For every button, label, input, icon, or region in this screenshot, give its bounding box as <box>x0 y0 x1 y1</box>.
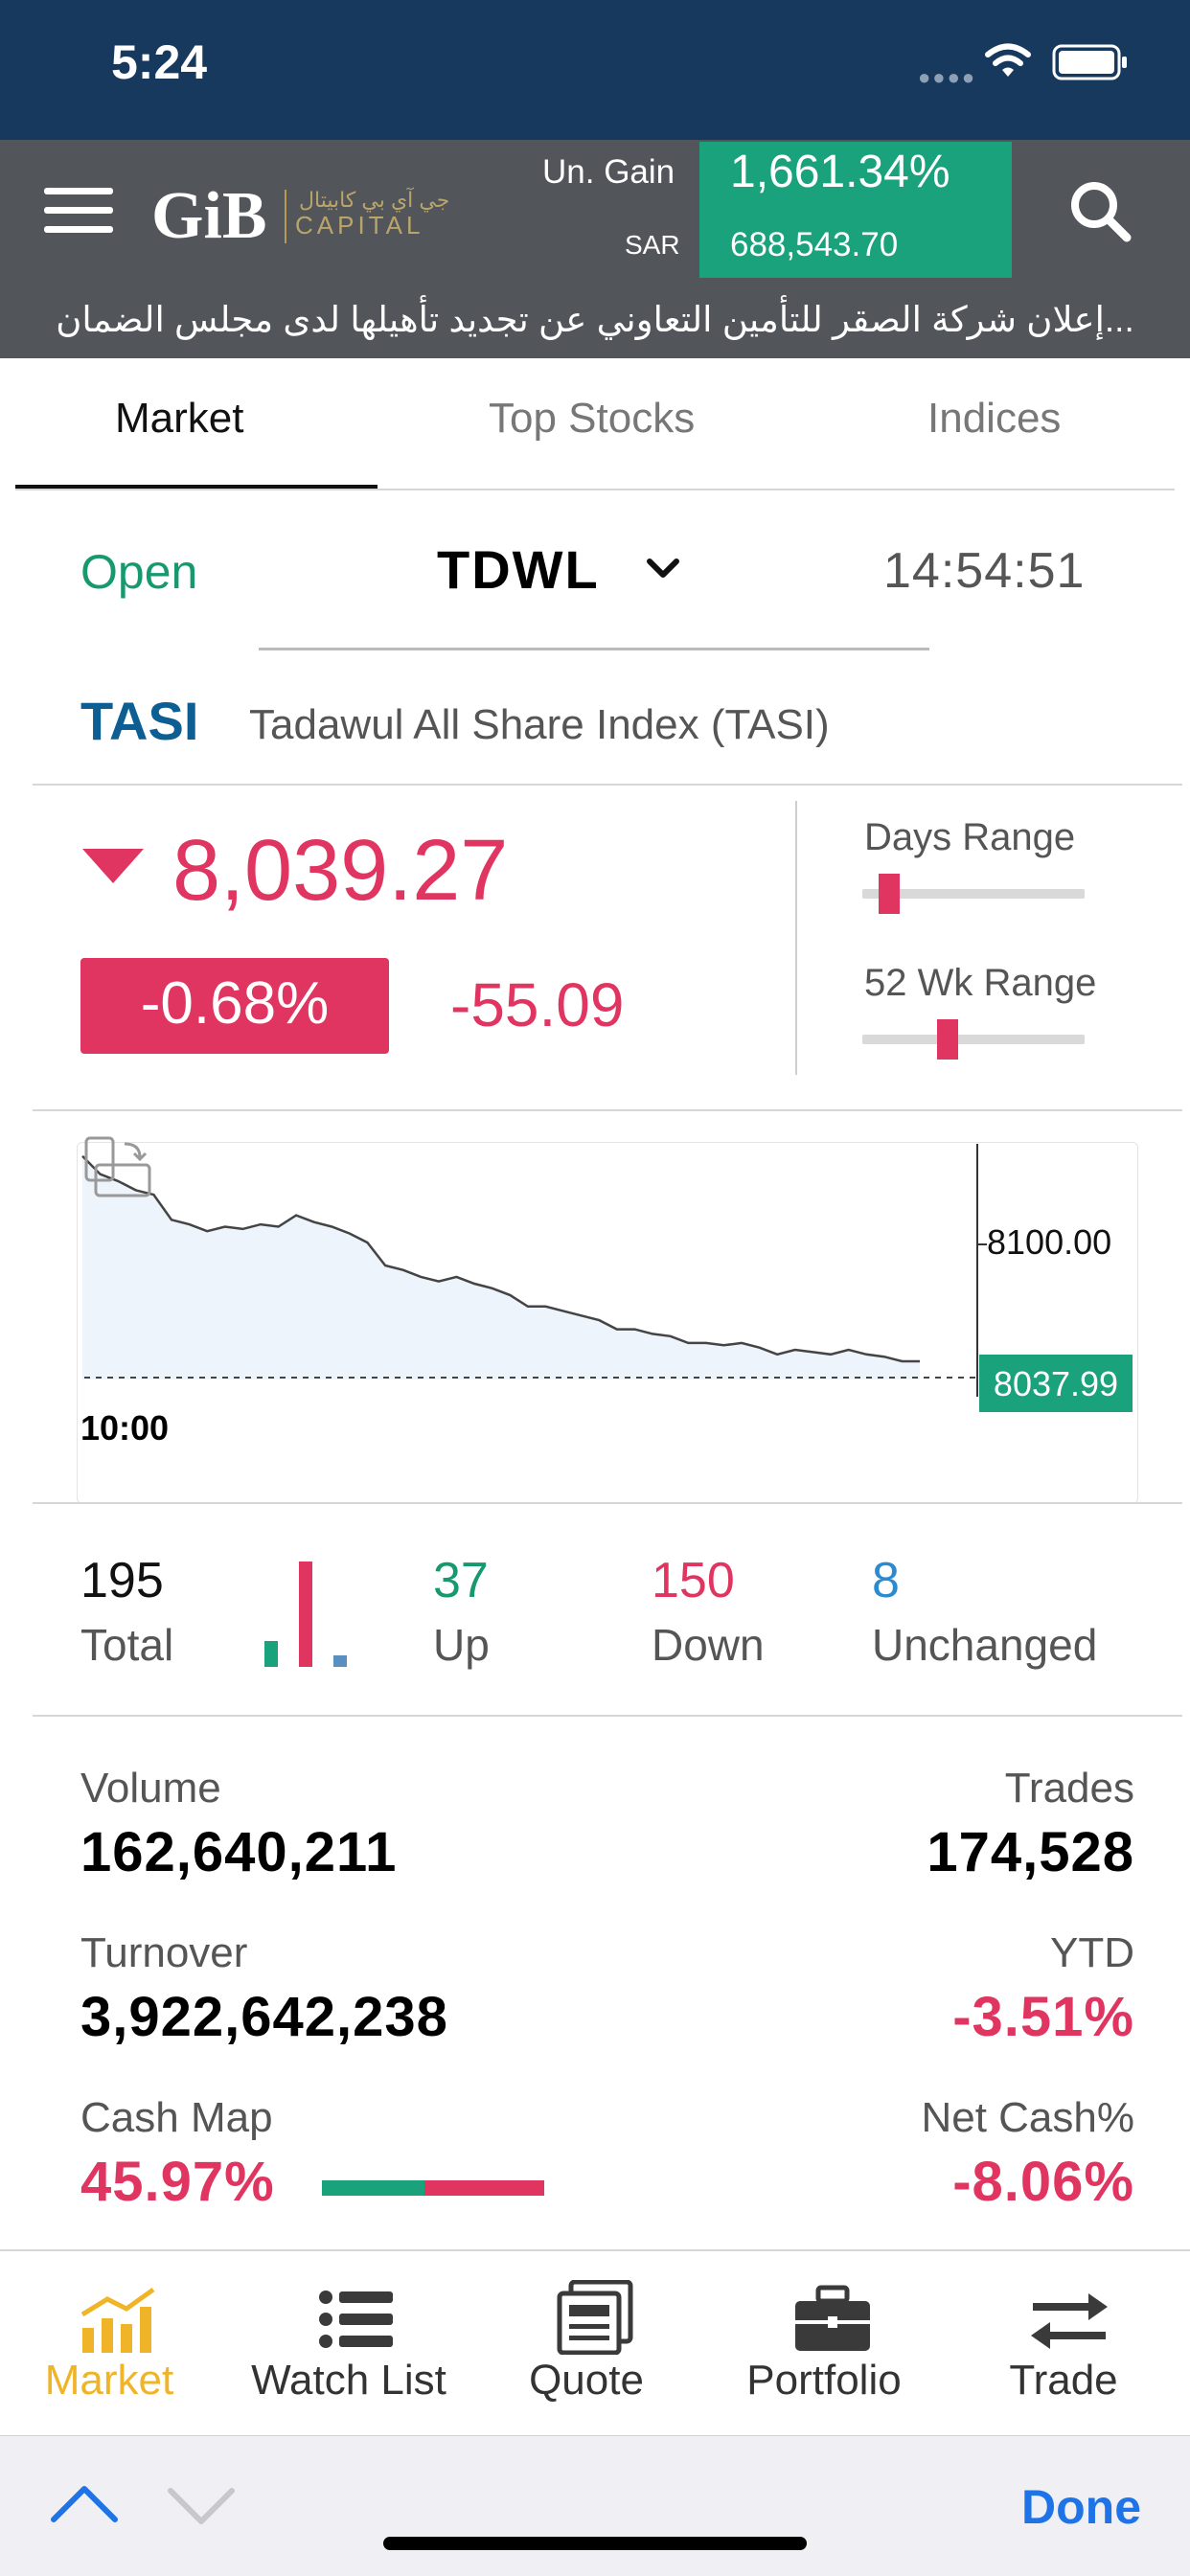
ytd-value: -3.51% <box>952 1986 1134 2048</box>
wifi-icon <box>985 43 1031 77</box>
change-value: -55.09 <box>450 970 625 1039</box>
days-range-marker <box>878 874 900 914</box>
cashmap-label: Cash Map <box>80 2094 273 2141</box>
last-value: 8037.99 <box>993 1364 1119 1403</box>
arrows-icon[interactable] <box>1029 2290 1110 2353</box>
tab-market[interactable]: Market <box>115 395 243 443</box>
home-indicator <box>383 2537 807 2550</box>
status-time: 5:24 <box>111 35 208 89</box>
turnover-label: Turnover <box>80 1929 248 1976</box>
days-range-label: Days Range <box>864 816 1076 858</box>
status-divider <box>259 648 929 650</box>
nav-trade[interactable]: Trade <box>949 2357 1179 2405</box>
divider <box>33 1715 1182 1717</box>
trades-label: Trades <box>1004 1765 1134 1812</box>
quote-icon[interactable] <box>556 2280 636 2355</box>
battery-icon <box>1052 44 1127 80</box>
up-bar <box>264 1640 278 1667</box>
logo-divider <box>285 190 286 243</box>
y-tick-label: 8100.00 <box>987 1222 1112 1262</box>
nav-portfolio[interactable]: Portfolio <box>709 2357 939 2405</box>
wk52-range-track <box>862 1035 1085 1044</box>
total-label: Total <box>80 1620 174 1670</box>
index-price: 8,039.27 <box>172 823 509 919</box>
cashmap-outflow-bar <box>423 2180 544 2196</box>
nav-quote[interactable]: Quote <box>471 2357 701 2405</box>
chevron-down-icon[interactable] <box>167 2485 236 2527</box>
ungain-label: Un. Gain <box>542 153 675 191</box>
wk52-range-marker <box>936 1019 958 1060</box>
chart-icon[interactable] <box>79 2286 159 2355</box>
down-label: Down <box>652 1620 765 1670</box>
nav-watch-list[interactable]: Watch List <box>234 2357 464 2405</box>
nav-market[interactable]: Market <box>0 2357 224 2405</box>
tab-indices[interactable]: Indices <box>927 395 1061 443</box>
down-arrow-icon <box>82 849 144 883</box>
list-icon[interactable] <box>318 2288 395 2351</box>
divider <box>33 784 1182 786</box>
divider <box>33 1109 1182 1111</box>
cashmap-inflow-bar <box>322 2180 424 2196</box>
market-clock: 14:54:51 <box>883 543 1086 599</box>
volume-label: Volume <box>80 1765 221 1812</box>
x-axis-start-label: 10:00 <box>80 1408 170 1448</box>
unchanged-label: Unchanged <box>872 1620 1098 1670</box>
currency-label: SAR <box>625 230 680 260</box>
down-count: 150 <box>652 1553 735 1608</box>
change-percent: -0.68% <box>140 970 330 1037</box>
done-button[interactable]: Done <box>1021 2479 1141 2535</box>
trades-value: 174,528 <box>927 1821 1134 1883</box>
exchange-selector[interactable]: TDWL <box>437 538 600 601</box>
logo: GiB <box>151 179 267 253</box>
market-status: Open <box>80 545 198 599</box>
tabs-divider <box>15 489 1175 490</box>
search-icon[interactable] <box>1065 176 1134 245</box>
news-ticker[interactable]: ...إعلان شركة الصقر للتأمين التعاوني عن … <box>0 293 1190 358</box>
logo-capital: CAPITAL <box>295 211 424 239</box>
volume-value: 162,640,211 <box>80 1821 398 1883</box>
wk52-range-label: 52 Wk Range <box>864 962 1097 1004</box>
turnover-value: 3,922,642,238 <box>80 1986 448 2048</box>
cashmap-value: 45.97% <box>80 2151 275 2213</box>
menu-icon[interactable] <box>44 188 113 234</box>
vertical-divider <box>795 801 797 1075</box>
tab-top-stocks[interactable]: Top Stocks <box>489 395 695 443</box>
divider <box>33 1502 1182 1504</box>
briefcase-icon[interactable] <box>793 2284 872 2353</box>
rotate-device-icon[interactable] <box>82 1136 155 1199</box>
logo-arabic: جي آي بي كابيتال <box>299 188 450 212</box>
gain-value: 688,543.70 <box>730 226 899 263</box>
total-count: 195 <box>80 1553 164 1608</box>
chevron-down-icon[interactable] <box>644 550 682 588</box>
unchanged-count: 8 <box>872 1553 900 1608</box>
ytd-label: YTD <box>1050 1929 1134 1976</box>
signal-icon: ●●●● <box>918 65 977 89</box>
index-name: Tadawul All Share Index (TASI) <box>249 701 830 748</box>
index-code: TASI <box>80 691 199 751</box>
down-bar <box>299 1562 312 1667</box>
chevron-up-icon[interactable] <box>50 2481 119 2523</box>
intraday-chart[interactable] <box>77 1142 1138 1504</box>
up-count: 37 <box>433 1553 489 1608</box>
unchanged-bar <box>333 1655 347 1667</box>
netcash-value: -8.06% <box>952 2151 1134 2213</box>
up-label: Up <box>433 1620 490 1670</box>
tab-active-indicator <box>15 485 378 489</box>
gain-percent: 1,661.34% <box>730 147 950 197</box>
netcash-label: Net Cash% <box>921 2094 1134 2141</box>
